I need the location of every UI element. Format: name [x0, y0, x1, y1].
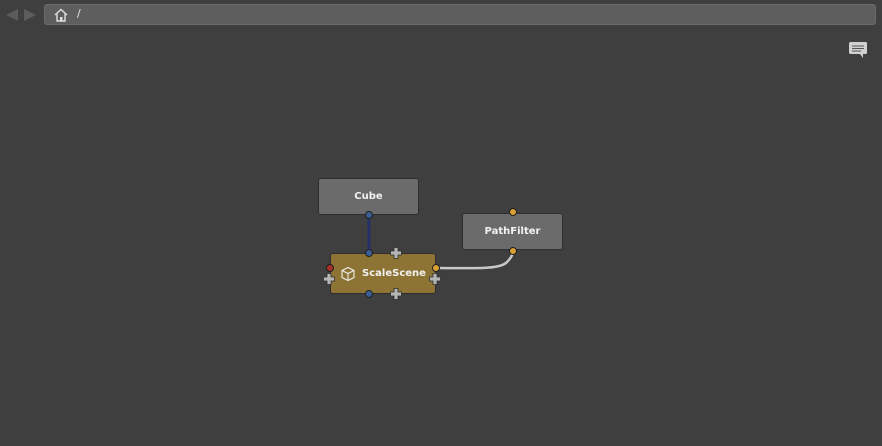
- cube-out-plug[interactable]: [365, 211, 373, 219]
- node-label: Cube: [354, 191, 383, 202]
- node-scalescene[interactable]: ScaleScene: [330, 253, 436, 294]
- node-label: PathFilter: [484, 226, 541, 237]
- scalescene-enabled-plug[interactable]: [326, 264, 334, 272]
- graph-editor: / Cube PathFilter ScaleScene: [0, 0, 882, 446]
- plus-icon[interactable]: [323, 273, 335, 285]
- arrow-right-icon[interactable]: [24, 9, 36, 21]
- wire-scalescene-to-pathfilter: [436, 250, 515, 270]
- connection-layer: [367, 216, 515, 270]
- pathfilter-out-plug[interactable]: [509, 247, 517, 255]
- scalescene-filter-plug[interactable]: [432, 264, 440, 272]
- cube-outline-icon: [341, 266, 355, 281]
- home-icon[interactable]: [53, 7, 69, 23]
- plus-icon[interactable]: [429, 273, 441, 285]
- breadcrumb[interactable]: /: [44, 4, 876, 25]
- plus-icon[interactable]: [390, 247, 402, 259]
- breadcrumb-path[interactable]: /: [77, 7, 81, 20]
- node-pathfilter[interactable]: PathFilter: [462, 213, 563, 250]
- arrow-left-icon[interactable]: [6, 9, 18, 21]
- plus-icon[interactable]: [390, 288, 402, 300]
- scalescene-out-plug[interactable]: [365, 290, 373, 298]
- node-cube[interactable]: Cube: [318, 178, 419, 215]
- scalescene-in-plug[interactable]: [365, 249, 373, 257]
- node-label: ScaleScene: [362, 268, 426, 279]
- pathfilter-in-plug[interactable]: [509, 208, 517, 216]
- node-graph[interactable]: Cube PathFilter ScaleScene: [0, 30, 882, 446]
